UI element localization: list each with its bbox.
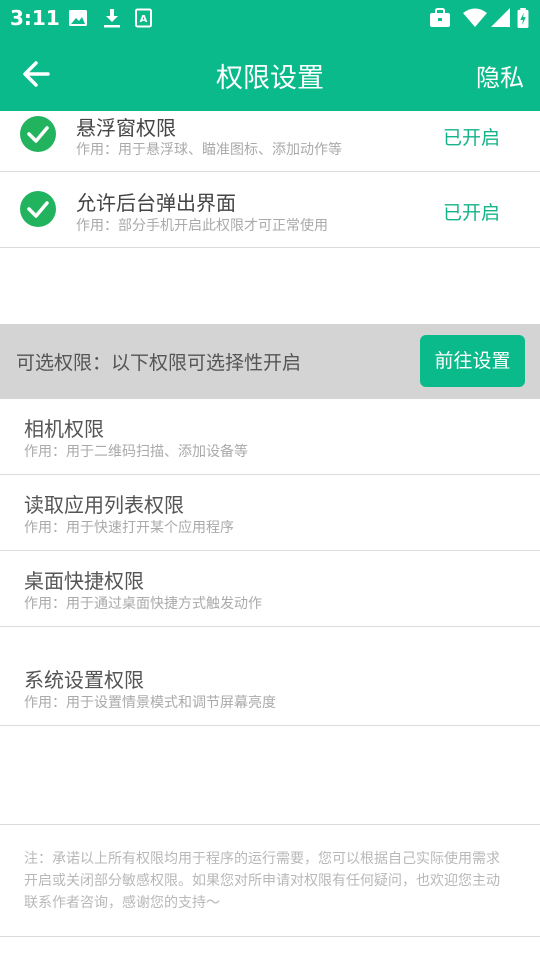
status-bar: 3:11 A	[0, 0, 540, 36]
signal-icon	[491, 8, 510, 27]
privacy-button[interactable]: 隐私	[476, 58, 524, 93]
permission-desc: 作用：用于快速打开某个应用程序	[24, 520, 234, 536]
permission-name: 悬浮窗权限	[76, 116, 176, 140]
page-title: 权限设置	[216, 63, 324, 94]
permission-name: 读取应用列表权限	[24, 493, 184, 517]
privacy-note: 注：承诺以上所有权限均用于程序的运行需要，您可以根据自己实际使用需求开启或关闭部…	[24, 851, 500, 911]
app-bar: 权限设置 隐私	[0, 36, 540, 111]
optional-permission-item[interactable]: 系统设置权限 作用：用于设置情景模式和调节屏幕亮度	[0, 627, 540, 725]
status-time: 3:11	[10, 6, 60, 30]
permission-desc: 作用：部分手机开启此权限才可正常使用	[76, 218, 328, 234]
permission-name: 相机权限	[24, 417, 104, 441]
permission-name: 桌面快捷权限	[24, 569, 144, 593]
permission-name: 允许后台弹出界面	[76, 191, 236, 215]
image-icon	[69, 10, 87, 26]
permission-status: 已开启	[442, 202, 500, 224]
check-circle-icon	[20, 116, 56, 152]
divider	[0, 824, 540, 825]
wifi-icon	[463, 8, 487, 27]
svg-text:A: A	[140, 14, 148, 25]
permission-name: 系统设置权限	[24, 668, 144, 692]
permission-desc: 作用：用于二维码扫描、添加设备等	[24, 444, 248, 460]
briefcase-icon	[430, 8, 450, 27]
optional-permission-item[interactable]: 读取应用列表权限 作用：用于快速打开某个应用程序	[0, 475, 540, 550]
optional-permissions-header: 可选权限：以下权限可选择性开启 前往设置	[0, 324, 540, 399]
divider	[0, 725, 540, 726]
permission-status: 已开启	[442, 127, 500, 149]
go-to-settings-button[interactable]: 前往设置	[420, 335, 525, 387]
permission-desc: 作用：用于悬浮球、瞄准图标、添加动作等	[76, 142, 342, 158]
divider	[0, 936, 540, 937]
text-a-icon: A	[135, 8, 152, 28]
optional-permission-item[interactable]: 相机权限 作用：用于二维码扫描、添加设备等	[0, 399, 540, 474]
battery-charging-icon	[517, 8, 529, 28]
granted-permission-item[interactable]: 允许后台弹出界面 作用：部分手机开启此权限才可正常使用 已开启	[0, 172, 540, 248]
divider	[0, 247, 540, 248]
permission-desc: 作用：用于通过桌面快捷方式触发动作	[24, 596, 262, 612]
check-circle-icon	[20, 191, 56, 227]
optional-permissions-label: 可选权限：以下权限可选择性开启	[16, 352, 302, 374]
permission-desc: 作用：用于设置情景模式和调节屏幕亮度	[24, 695, 276, 711]
download-icon	[104, 9, 120, 28]
optional-permission-item[interactable]: 桌面快捷权限 作用：用于通过桌面快捷方式触发动作	[0, 551, 540, 626]
